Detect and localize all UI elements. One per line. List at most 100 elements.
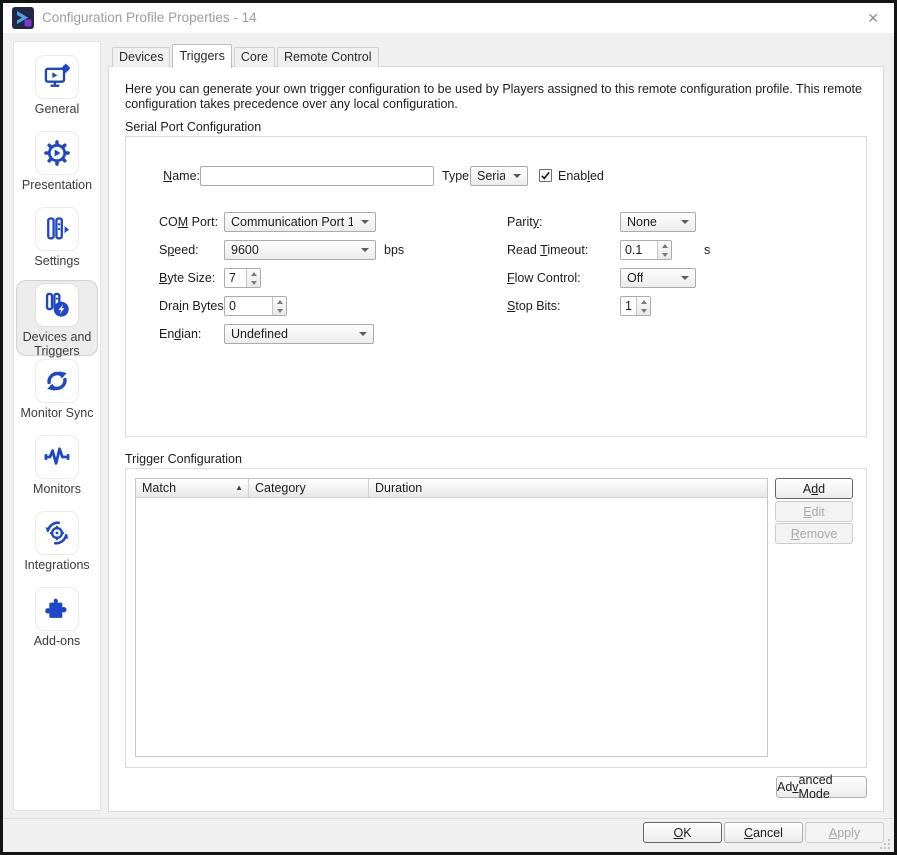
enabled-checkbox[interactable]: [539, 169, 552, 182]
spinner-down-icon[interactable]: [658, 250, 671, 259]
serial-group-title: Serial Port Configuration: [125, 120, 261, 134]
speed-value: 9600: [231, 243, 259, 257]
sidebar-item-integrations[interactable]: Integrations: [16, 508, 98, 584]
gear-play-icon: [35, 131, 79, 175]
sidebar-item-label: Settings: [34, 254, 79, 268]
devices-bolt-icon: [35, 283, 79, 327]
drain-bytes-value: 0: [225, 297, 272, 315]
stop-bits-value: 1: [621, 297, 636, 315]
parity-value: None: [627, 215, 657, 229]
sidebar-item-label: Presentation: [22, 178, 92, 192]
parity-label: Parity:: [507, 212, 542, 232]
sidebar-item-monitors[interactable]: Monitors: [16, 432, 98, 508]
drain-bytes-label: Drain Bytes:: [159, 296, 227, 316]
tab-triggers[interactable]: Triggers: [172, 44, 231, 68]
read-timeout-label: Read Timeout:: [507, 240, 588, 260]
sidebar-item-label: Monitors: [33, 482, 81, 496]
spinner-up-icon[interactable]: [658, 241, 671, 250]
spinner-down-icon[interactable]: [273, 306, 286, 315]
display-gear-icon: [35, 55, 79, 99]
ok-button[interactable]: OK: [643, 822, 722, 843]
com-port-label: COM Port:: [159, 212, 218, 232]
spinner-up-icon[interactable]: [247, 269, 260, 278]
endian-select[interactable]: Undefined: [224, 324, 374, 344]
sidebar-item-presentation[interactable]: Presentation: [16, 128, 98, 204]
close-icon[interactable]: ✕: [863, 3, 883, 33]
parity-select[interactable]: None: [620, 212, 696, 232]
trigger-group-box: Match ▲ Category Duration Add Edit Remov…: [125, 468, 867, 768]
pulse-icon: [35, 435, 79, 479]
trigger-table: Match ▲ Category Duration: [135, 478, 768, 757]
com-port-select[interactable]: Communication Port 1: [224, 212, 376, 232]
servers-play-icon: [35, 207, 79, 251]
sidebar-item-label: Add-ons: [34, 634, 81, 648]
resize-grip[interactable]: [879, 838, 891, 850]
drain-bytes-stepper[interactable]: 0: [224, 296, 287, 316]
dialog-window: Configuration Profile Properties - 14 ✕ …: [0, 0, 897, 855]
chevron-down-icon: [513, 174, 521, 178]
column-header-duration[interactable]: Duration: [369, 479, 767, 497]
chevron-down-icon: [361, 220, 369, 224]
add-button[interactable]: Add: [775, 478, 853, 499]
sort-ascending-icon: ▲: [235, 479, 243, 497]
name-input[interactable]: [200, 166, 434, 186]
triggers-tab-page: Here you can generate your own trigger c…: [108, 66, 884, 812]
flow-control-label: Flow Control:: [507, 268, 581, 288]
spinner-up-icon[interactable]: [637, 297, 650, 306]
spinner-down-icon[interactable]: [247, 278, 260, 287]
trigger-group-title: Trigger Configuration: [125, 452, 242, 466]
sidebar-item-label: General: [35, 102, 79, 116]
sidebar-item-label: Integrations: [24, 558, 89, 572]
edit-button[interactable]: Edit: [775, 501, 853, 522]
tab-core[interactable]: Core: [234, 47, 275, 67]
speed-select[interactable]: 9600: [224, 240, 376, 260]
sync-arrows-icon: [35, 359, 79, 403]
column-header-match[interactable]: Match ▲: [136, 479, 249, 497]
tab-devices[interactable]: Devices: [112, 47, 170, 67]
tab-bar: Devices Triggers Core Remote Control: [112, 44, 381, 68]
gear-arrows-icon: [35, 511, 79, 555]
speed-label: Speed:: [159, 240, 199, 260]
window-title: Configuration Profile Properties - 14: [42, 3, 257, 33]
stop-bits-label: Stop Bits:: [507, 296, 561, 316]
chevron-down-icon: [361, 248, 369, 252]
type-select[interactable]: Serial: [470, 166, 528, 186]
flow-control-value: Off: [627, 271, 643, 285]
spinner-down-icon[interactable]: [637, 306, 650, 315]
advanced-mode-button[interactable]: Advanced Mode: [776, 776, 867, 798]
sidebar-item-devices-and-triggers[interactable]: Devices and Triggers: [16, 280, 98, 356]
intro-text: Here you can generate your own trigger c…: [125, 82, 873, 112]
type-select-value: Serial: [477, 169, 505, 183]
spinner-up-icon[interactable]: [273, 297, 286, 306]
sidebar-item-monitor-sync[interactable]: Monitor Sync: [16, 356, 98, 432]
read-timeout-unit-label: s: [704, 240, 710, 260]
column-header-category[interactable]: Category: [249, 479, 369, 497]
app-logo-icon: [12, 7, 34, 29]
cancel-button[interactable]: Cancel: [724, 822, 803, 843]
byte-size-label: Byte Size:: [159, 268, 215, 288]
name-label: Name:: [156, 166, 200, 186]
title-bar: Configuration Profile Properties - 14 ✕: [3, 3, 894, 33]
remove-button[interactable]: Remove: [775, 523, 853, 544]
read-timeout-value: 0.1: [621, 241, 657, 259]
byte-size-value: 7: [225, 269, 246, 287]
endian-label: Endian:: [159, 324, 201, 344]
check-icon: [540, 170, 551, 181]
flow-control-select[interactable]: Off: [620, 268, 696, 288]
chevron-down-icon: [681, 220, 689, 224]
tab-remote-control[interactable]: Remote Control: [277, 47, 379, 67]
trigger-table-header: Match ▲ Category Duration: [136, 479, 767, 498]
speed-unit-label: bps: [384, 240, 404, 260]
sidebar-item-label: Monitor Sync: [21, 406, 94, 420]
sidebar-item-settings[interactable]: Settings: [16, 204, 98, 280]
type-label: Type:: [442, 166, 473, 186]
apply-button[interactable]: Apply: [805, 822, 884, 843]
sidebar-item-add-ons[interactable]: Add-ons: [16, 584, 98, 660]
endian-value: Undefined: [231, 327, 288, 341]
stop-bits-stepper[interactable]: 1: [620, 296, 651, 316]
sidebar-item-general[interactable]: General: [16, 52, 98, 128]
read-timeout-stepper[interactable]: 0.1: [620, 240, 672, 260]
chevron-down-icon: [359, 332, 367, 336]
byte-size-stepper[interactable]: 7: [224, 268, 261, 288]
footer-divider: [3, 818, 894, 819]
